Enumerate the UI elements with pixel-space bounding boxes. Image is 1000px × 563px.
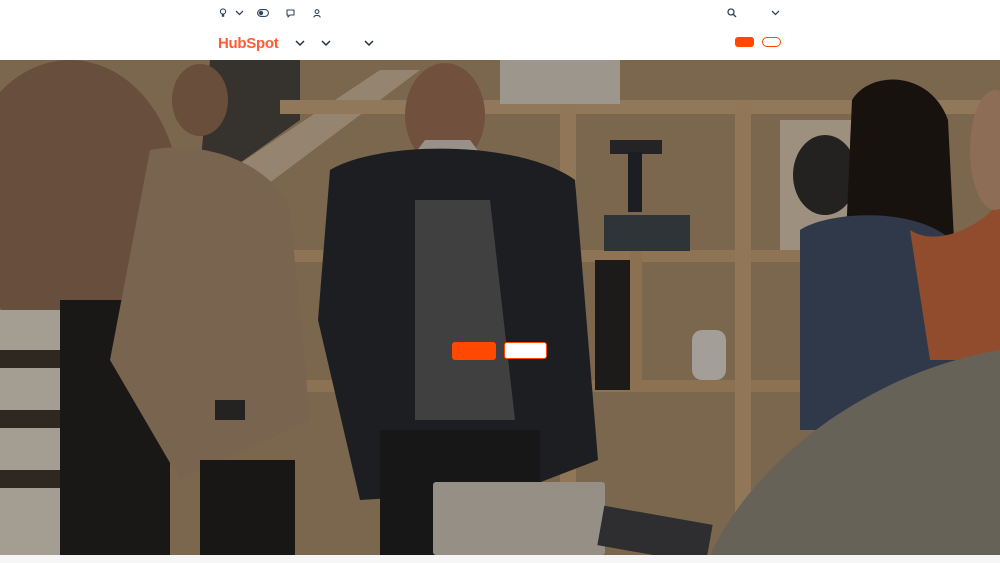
chevron-down-icon [364,34,374,52]
hubspot-logo[interactable]: HubSpot [218,33,279,53]
chat-icon [286,8,295,18]
hero-overlay [0,60,1000,555]
chevron-down-icon [321,34,331,52]
get-started-free-button[interactable] [762,37,781,47]
login-link[interactable] [313,6,321,20]
search-button[interactable] [727,6,737,20]
contact-sales-link[interactable] [286,6,295,20]
logo-text: HubSpot [218,34,279,52]
chevron-down-icon [295,34,305,52]
main-nav: HubSpot [0,26,1000,60]
chevron-down-icon [771,10,780,16]
hero-secondary-cta-button[interactable] [504,342,547,359]
nav-menu-products[interactable] [295,36,305,50]
accessibility-toggle[interactable] [257,6,269,20]
chevron-down-icon [235,10,244,16]
toggle-icon [257,9,269,17]
language-selector[interactable] [219,6,244,20]
get-demo-button[interactable] [735,37,754,47]
person-icon [313,8,321,18]
search-icon [727,8,737,18]
hero-section [0,60,1000,555]
nav-menu-resources[interactable] [364,36,374,50]
lightbulb-icon [219,8,227,18]
utility-menu-toggle[interactable] [771,6,780,20]
nav-menu-solutions[interactable] [321,36,331,50]
utility-bar [0,0,1000,26]
section-divider [0,555,1000,563]
hero-primary-cta-button[interactable] [452,342,496,360]
